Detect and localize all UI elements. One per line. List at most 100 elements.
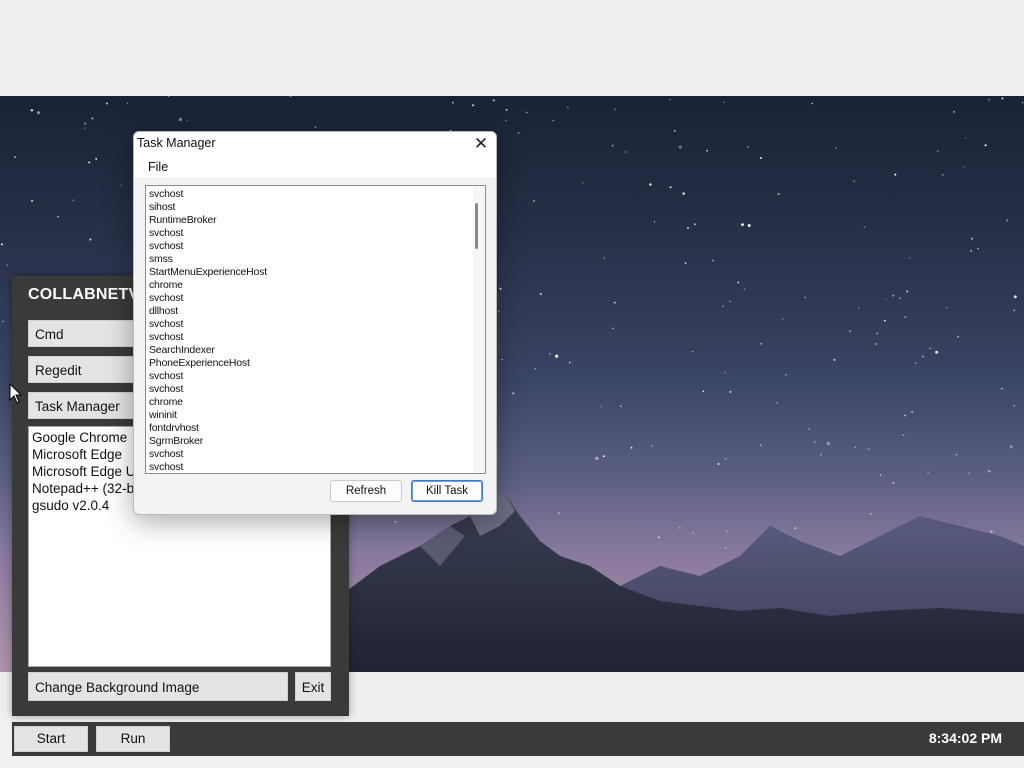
star <box>558 512 560 514</box>
scrollbar-thumb[interactable] <box>475 203 478 249</box>
refresh-button[interactable]: Refresh <box>330 480 402 502</box>
process-item[interactable]: smss <box>149 253 469 266</box>
star <box>927 471 929 474</box>
star <box>649 183 652 186</box>
star <box>759 157 762 159</box>
star <box>869 512 872 515</box>
star <box>186 119 188 122</box>
star <box>929 347 931 349</box>
star <box>611 144 614 147</box>
star <box>782 318 784 320</box>
process-item[interactable]: svchost <box>149 461 469 473</box>
star <box>722 305 724 308</box>
star <box>968 472 970 474</box>
change-background-button[interactable]: Change Background Image <box>28 672 288 701</box>
task-manager-titlebar[interactable]: Task Manager ✕ <box>134 132 496 156</box>
star <box>599 405 602 408</box>
close-icon[interactable]: ✕ <box>470 134 492 154</box>
star <box>977 247 979 250</box>
process-item[interactable]: svchost <box>149 318 469 331</box>
star <box>555 354 559 358</box>
star <box>777 193 780 196</box>
star <box>657 536 660 539</box>
process-item[interactable]: RuntimeBroker <box>149 214 469 227</box>
star <box>602 455 605 458</box>
star <box>549 352 551 355</box>
process-item[interactable]: svchost <box>149 331 469 344</box>
star <box>501 358 503 361</box>
process-item[interactable]: wininit <box>149 409 469 422</box>
star <box>984 144 987 147</box>
star <box>717 462 720 466</box>
window-title: Task Manager <box>137 136 216 150</box>
star <box>669 98 671 101</box>
star <box>614 108 616 110</box>
star <box>945 306 948 309</box>
star <box>814 440 816 443</box>
star <box>534 367 537 370</box>
star <box>517 132 520 134</box>
star <box>826 441 831 446</box>
process-item[interactable]: svchost <box>149 188 469 201</box>
kill-task-button[interactable]: Kill Task <box>411 480 483 502</box>
file-menu[interactable]: File <box>148 160 168 174</box>
process-item[interactable]: svchost <box>149 227 469 240</box>
process-item[interactable]: chrome <box>149 279 469 292</box>
scrollbar-track[interactable] <box>473 186 485 473</box>
process-item[interactable]: PhoneExperienceHost <box>149 357 469 370</box>
star <box>692 531 695 534</box>
process-item[interactable]: svchost <box>149 240 469 253</box>
run-button[interactable]: Run <box>96 726 170 752</box>
process-item[interactable]: SgrmBroker <box>149 435 469 448</box>
star <box>95 157 98 160</box>
star <box>849 330 852 333</box>
star <box>1001 387 1003 390</box>
process-item[interactable]: sihost <box>149 201 469 214</box>
star <box>935 350 939 354</box>
taskbar: Start Run 8:34:02 PM <box>12 722 1024 756</box>
star <box>892 482 895 484</box>
star <box>702 390 705 393</box>
process-item[interactable]: svchost <box>149 383 469 396</box>
menubar: File <box>134 156 496 178</box>
star <box>987 470 991 473</box>
star <box>741 223 744 226</box>
star <box>37 111 40 115</box>
star <box>394 520 397 523</box>
star <box>804 296 806 299</box>
process-item[interactable]: StartMenuExperienceHost <box>149 266 469 279</box>
star <box>679 527 681 529</box>
star <box>505 119 507 122</box>
star <box>743 288 746 291</box>
star <box>723 101 725 103</box>
star <box>854 446 857 449</box>
star <box>776 402 778 404</box>
star <box>613 301 616 304</box>
star <box>963 166 965 168</box>
process-item[interactable]: svchost <box>149 292 469 305</box>
process-item[interactable]: SearchIndexer <box>149 344 469 357</box>
start-button[interactable]: Start <box>14 726 88 752</box>
star <box>724 457 727 460</box>
star <box>526 111 528 114</box>
star <box>875 343 877 345</box>
star <box>904 316 907 319</box>
star <box>532 200 536 203</box>
star <box>691 350 694 353</box>
star <box>971 237 973 240</box>
process-item[interactable]: svchost <box>149 370 469 383</box>
exit-button[interactable]: Exit <box>295 672 331 701</box>
star <box>682 192 686 195</box>
star <box>106 102 108 105</box>
process-item[interactable]: dllhost <box>149 305 469 318</box>
process-item[interactable]: chrome <box>149 396 469 409</box>
process-item[interactable]: svchost <box>149 448 469 461</box>
star <box>911 410 914 413</box>
star <box>808 427 810 430</box>
star <box>539 293 542 296</box>
star <box>819 453 822 456</box>
process-item[interactable]: fontdrvhost <box>149 422 469 435</box>
star <box>653 221 656 223</box>
star <box>472 104 475 107</box>
process-list[interactable]: svchost sihost RuntimeBroker svchost svchost… <box>145 185 486 474</box>
